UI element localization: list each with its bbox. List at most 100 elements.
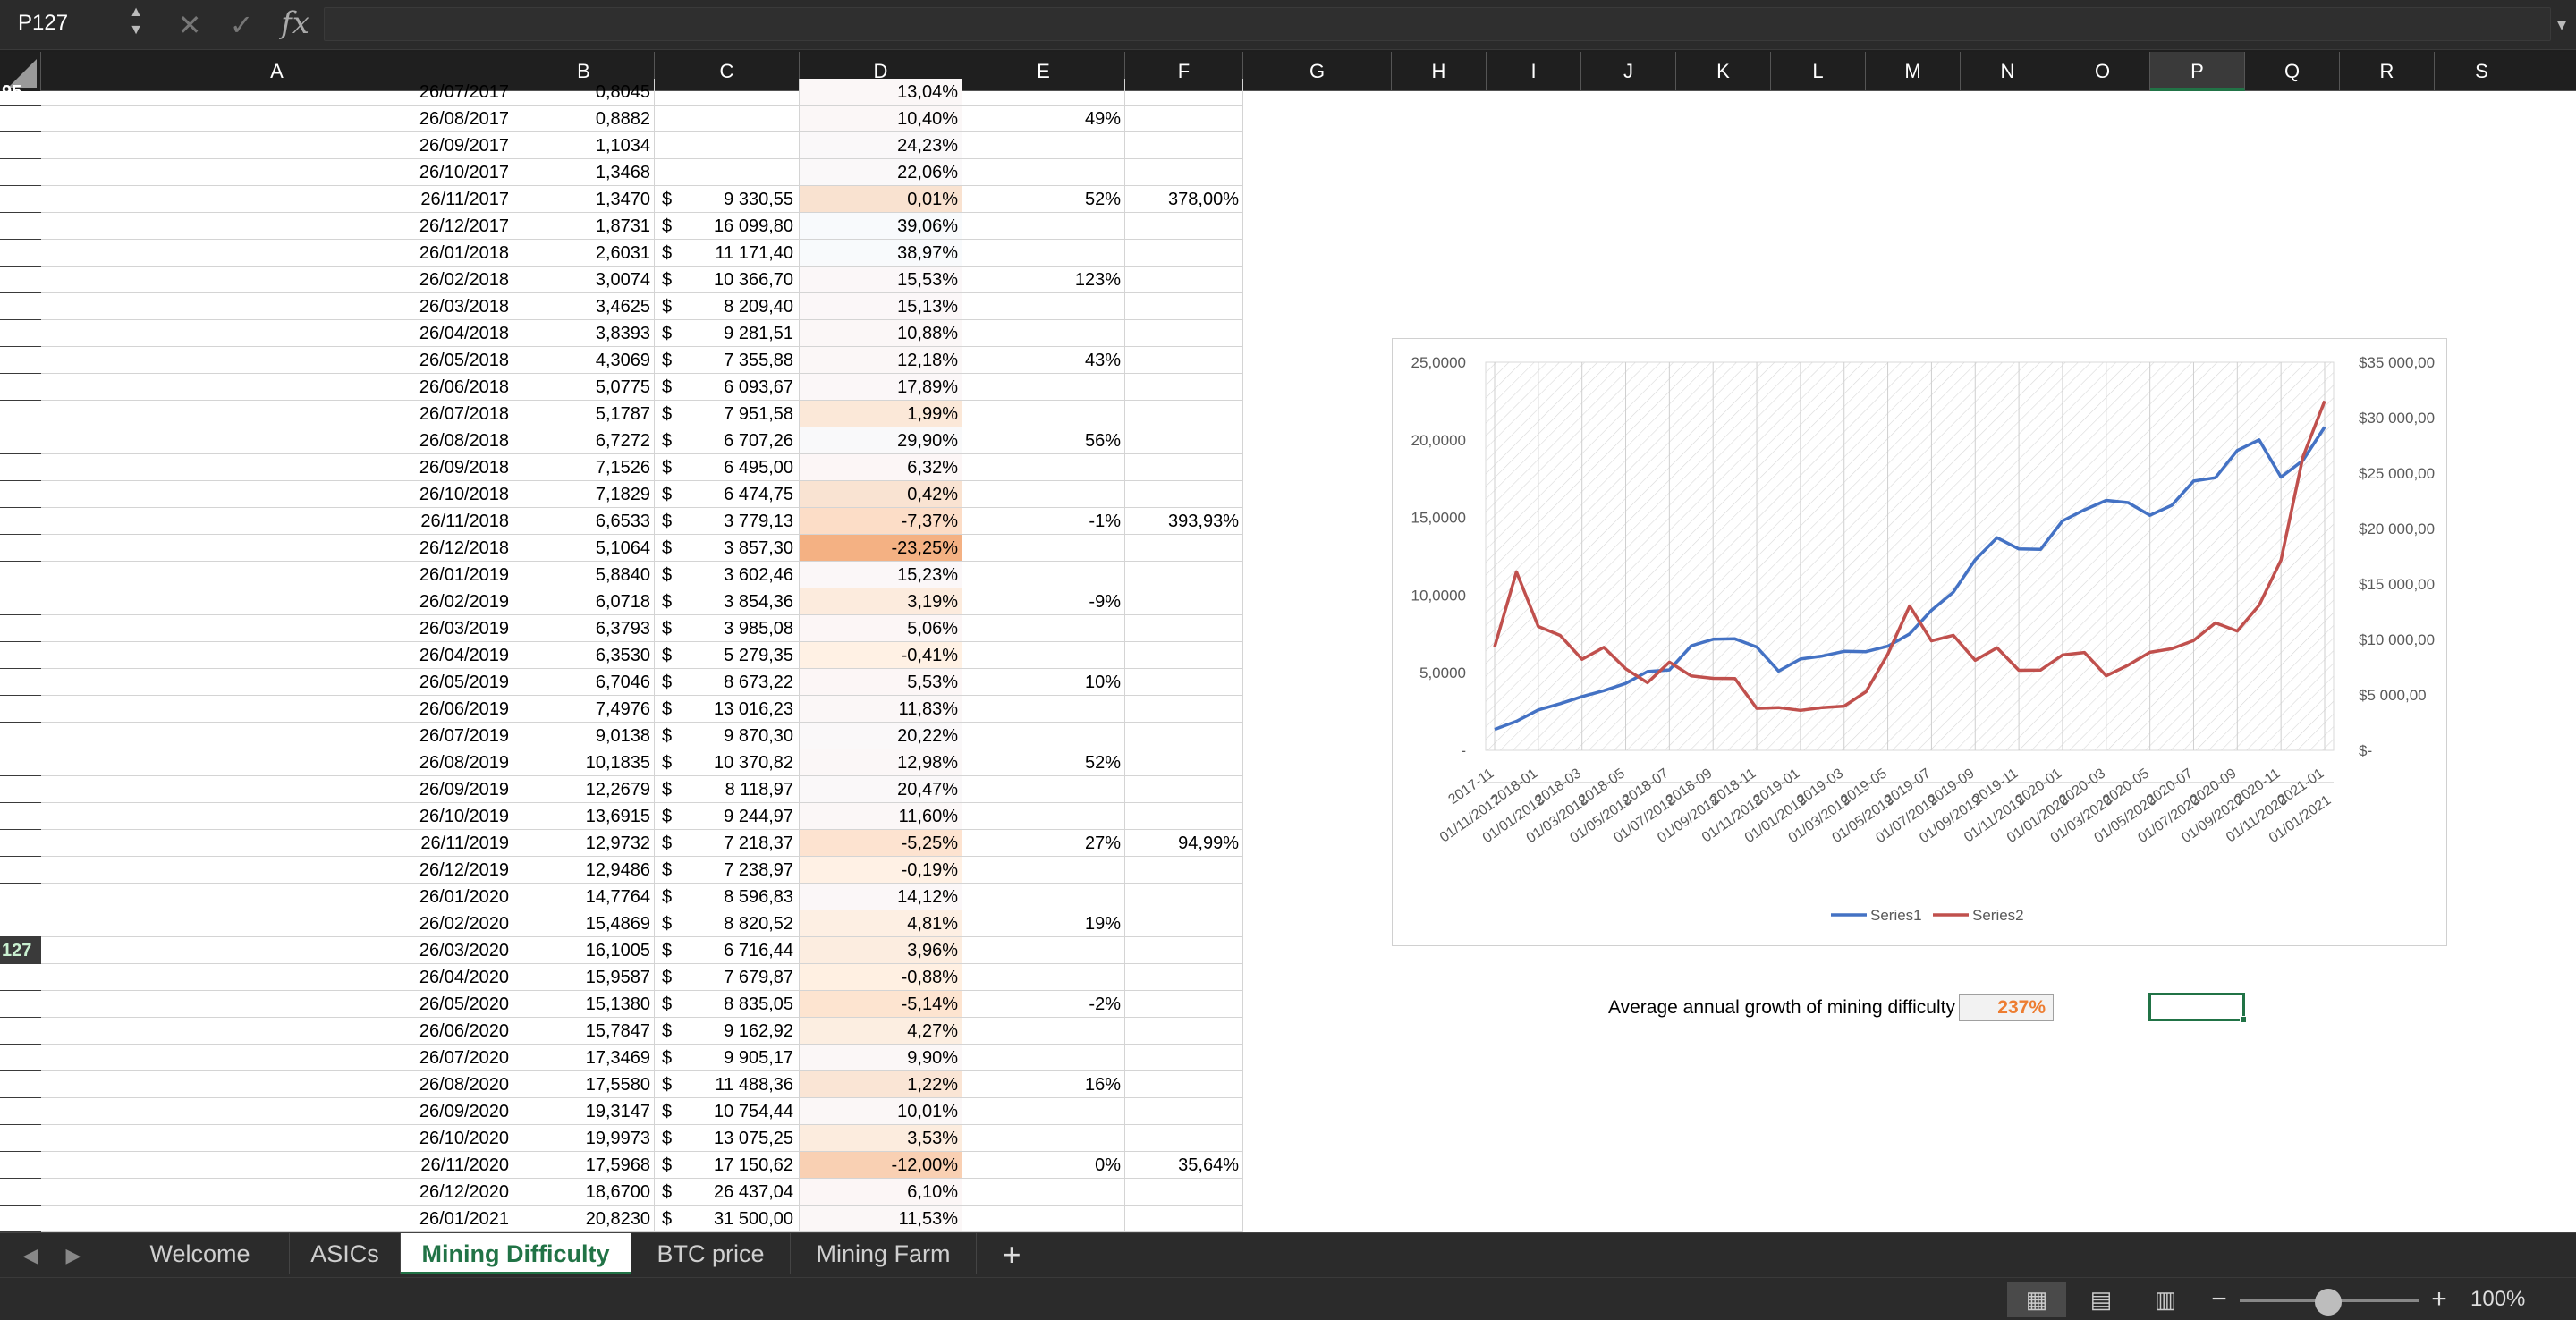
- cell-date[interactable]: 26/09/2019: [41, 776, 513, 803]
- cell-date[interactable]: 26/04/2020: [41, 964, 513, 991]
- row-header[interactable]: 115: [0, 615, 41, 642]
- cell-annual[interactable]: [1125, 642, 1243, 669]
- cell-difficulty[interactable]: 4,3069: [513, 347, 655, 374]
- row-header[interactable]: 125: [0, 884, 41, 910]
- cell-change[interactable]: 39,06%: [800, 213, 962, 240]
- cell-price[interactable]: $7 679,87: [655, 964, 800, 991]
- cell-price[interactable]: $13 016,23: [655, 696, 800, 723]
- cell-growth[interactable]: 16%: [962, 1071, 1125, 1098]
- column-header-p[interactable]: P: [2150, 52, 2245, 91]
- zoom-slider-thumb[interactable]: [2315, 1289, 2342, 1316]
- cell-price[interactable]: $6 495,00: [655, 454, 800, 481]
- cell-annual[interactable]: [1125, 776, 1243, 803]
- cell-change[interactable]: -5,14%: [800, 991, 962, 1018]
- cell-date[interactable]: 26/01/2018: [41, 240, 513, 267]
- cell-difficulty[interactable]: 17,5580: [513, 1071, 655, 1098]
- cell-difficulty[interactable]: 18,6700: [513, 1179, 655, 1206]
- column-header-l[interactable]: L: [1771, 52, 1866, 91]
- cell-price[interactable]: $3 857,30: [655, 535, 800, 562]
- cell-date[interactable]: 26/03/2019: [41, 615, 513, 642]
- cell-difficulty[interactable]: 3,0074: [513, 267, 655, 293]
- cell-annual[interactable]: [1125, 588, 1243, 615]
- cell-change[interactable]: 1,99%: [800, 401, 962, 427]
- sheet-tab-mining-difficulty[interactable]: Mining Difficulty: [401, 1233, 631, 1274]
- column-header-o[interactable]: O: [2055, 52, 2150, 91]
- cell-change[interactable]: 9,90%: [800, 1045, 962, 1071]
- column-header-k[interactable]: K: [1676, 52, 1771, 91]
- cell-change[interactable]: 15,23%: [800, 562, 962, 588]
- cell-annual[interactable]: [1125, 1071, 1243, 1098]
- row-header[interactable]: 104: [0, 320, 41, 347]
- cell-change[interactable]: 1,22%: [800, 1071, 962, 1098]
- cell-difficulty[interactable]: 6,7046: [513, 669, 655, 696]
- cell-change[interactable]: 13,04%: [800, 79, 962, 106]
- column-header-j[interactable]: J: [1581, 52, 1676, 91]
- name-box-stepper[interactable]: ▲ ▼: [125, 4, 147, 43]
- row-header[interactable]: 105: [0, 347, 41, 374]
- cell-date[interactable]: 26/06/2020: [41, 1018, 513, 1045]
- cell-difficulty[interactable]: 20,8230: [513, 1206, 655, 1232]
- cell-growth[interactable]: [962, 320, 1125, 347]
- cell-annual[interactable]: [1125, 1125, 1243, 1152]
- cell-price[interactable]: $8 596,83: [655, 884, 800, 910]
- cell-change[interactable]: 0,42%: [800, 481, 962, 508]
- cell-change[interactable]: 12,18%: [800, 347, 962, 374]
- cell-annual[interactable]: [1125, 803, 1243, 830]
- cell-date[interactable]: 26/12/2017: [41, 213, 513, 240]
- line-chart[interactable]: - 5,0000 10,0000 15,0000 20,0000 25,0000 $- $5 …: [1392, 338, 2447, 946]
- cell-annual[interactable]: [1125, 964, 1243, 991]
- cell-change[interactable]: -7,37%: [800, 508, 962, 535]
- cell-price[interactable]: $9 244,97: [655, 803, 800, 830]
- cell-price[interactable]: $26 437,04: [655, 1179, 800, 1206]
- cell-date[interactable]: 26/05/2018: [41, 347, 513, 374]
- cell-date[interactable]: 26/02/2018: [41, 267, 513, 293]
- cell-difficulty[interactable]: 1,3468: [513, 159, 655, 186]
- cell-price[interactable]: $8 835,05: [655, 991, 800, 1018]
- column-header-i[interactable]: I: [1487, 52, 1581, 91]
- cell-date[interactable]: 26/07/2019: [41, 723, 513, 749]
- cell-difficulty[interactable]: 7,1829: [513, 481, 655, 508]
- row-header[interactable]: 137: [0, 1206, 41, 1232]
- cell-difficulty[interactable]: 3,4625: [513, 293, 655, 320]
- cell-annual[interactable]: [1125, 267, 1243, 293]
- cell-growth[interactable]: -9%: [962, 588, 1125, 615]
- cell-annual[interactable]: [1125, 347, 1243, 374]
- cell-change[interactable]: 10,01%: [800, 1098, 962, 1125]
- cell-annual[interactable]: 393,93%: [1125, 508, 1243, 535]
- cell-date[interactable]: 26/10/2020: [41, 1125, 513, 1152]
- cell-price[interactable]: $9 162,92: [655, 1018, 800, 1045]
- cell-price[interactable]: $31 500,00: [655, 1206, 800, 1232]
- cell-difficulty[interactable]: 0,8882: [513, 106, 655, 132]
- formula-input[interactable]: [324, 7, 2551, 41]
- cell-difficulty[interactable]: 19,3147: [513, 1098, 655, 1125]
- cell-date[interactable]: 26/12/2019: [41, 857, 513, 884]
- row-header[interactable]: 117: [0, 669, 41, 696]
- row-header[interactable]: 106: [0, 374, 41, 401]
- cell-price[interactable]: $10 366,70: [655, 267, 800, 293]
- cell-price[interactable]: $7 951,58: [655, 401, 800, 427]
- cell-annual[interactable]: [1125, 1018, 1243, 1045]
- cell-change[interactable]: 6,10%: [800, 1179, 962, 1206]
- row-header[interactable]: 123: [0, 830, 41, 857]
- cell-date[interactable]: 26/01/2020: [41, 884, 513, 910]
- cell-change[interactable]: 20,47%: [800, 776, 962, 803]
- cell-growth[interactable]: [962, 937, 1125, 964]
- cell-date[interactable]: 26/09/2017: [41, 132, 513, 159]
- cell-growth[interactable]: [962, 615, 1125, 642]
- cell-change[interactable]: 15,13%: [800, 293, 962, 320]
- row-header[interactable]: 111: [0, 508, 41, 535]
- row-header[interactable]: 129: [0, 991, 41, 1018]
- cell-date[interactable]: 26/01/2021: [41, 1206, 513, 1232]
- cell-date[interactable]: 26/08/2018: [41, 427, 513, 454]
- cell-difficulty[interactable]: 13,6915: [513, 803, 655, 830]
- name-box[interactable]: P127: [7, 5, 122, 41]
- cell-annual[interactable]: 35,64%: [1125, 1152, 1243, 1179]
- cell-change[interactable]: 4,81%: [800, 910, 962, 937]
- cell-difficulty[interactable]: 15,1380: [513, 991, 655, 1018]
- cell-price[interactable]: $8 820,52: [655, 910, 800, 937]
- cell-change[interactable]: -0,41%: [800, 642, 962, 669]
- cell-annual[interactable]: [1125, 159, 1243, 186]
- cell-change[interactable]: -0,19%: [800, 857, 962, 884]
- cell-price[interactable]: $6 716,44: [655, 937, 800, 964]
- row-header[interactable]: 128: [0, 964, 41, 991]
